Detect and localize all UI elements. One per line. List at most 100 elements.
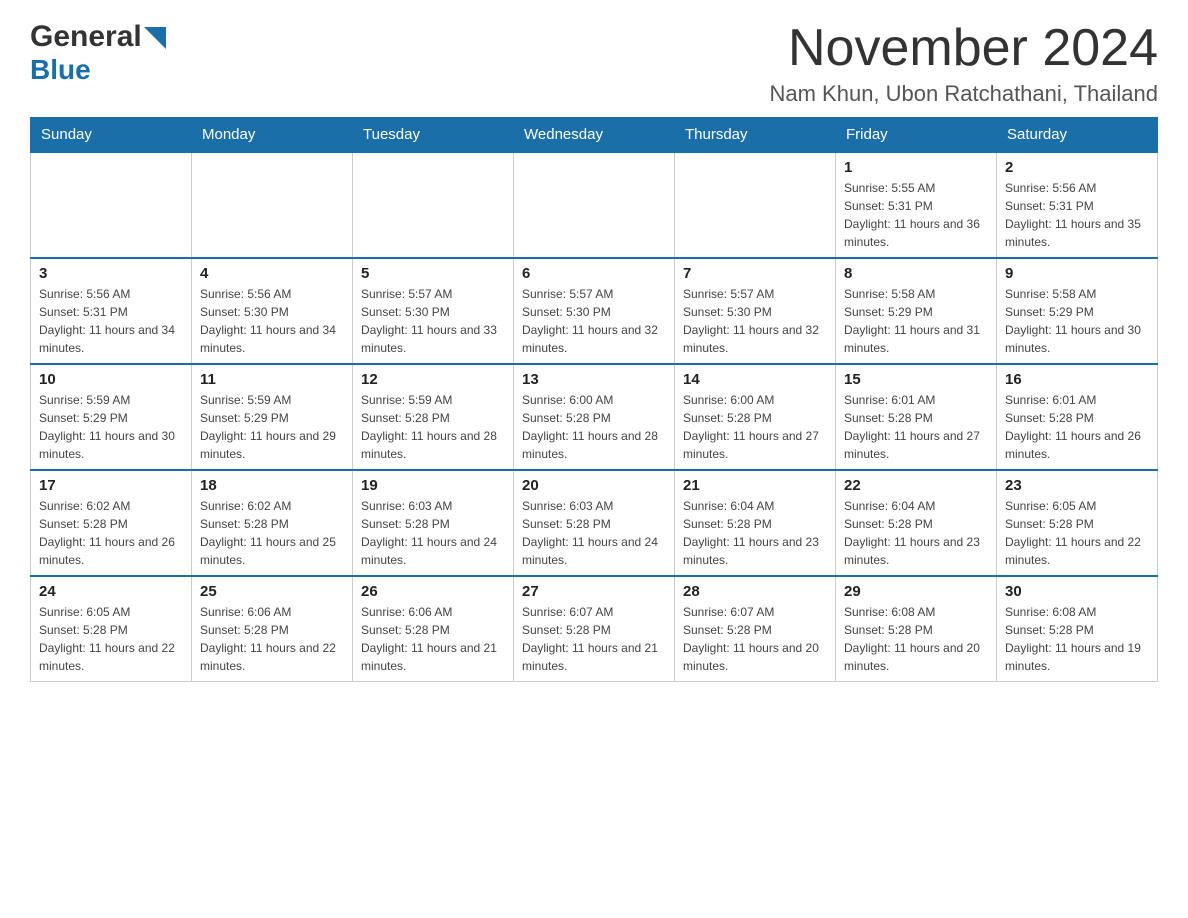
calendar-cell-w4-d2: 18Sunrise: 6:02 AMSunset: 5:28 PMDayligh… [192,470,353,576]
day-number-26: 26 [361,583,505,600]
calendar-cell-w5-d7: 30 Sunrise: 6:08 AMSunset: 5:28 PMDayligh… [997,576,1158,682]
logo-general-text: General [30,20,142,54]
day-number-24: 24 [39,583,183,600]
calendar-cell-w1-d3 [353,152,514,258]
calendar-cell-w3-d3: 12 Sunrise: 5:59 AMSunset: 5:28 PMDayligh… [353,364,514,470]
day-number-12: 12 [361,371,505,388]
calendar-week-1: 1 Sunrise: 5:55 AMSunset: 5:31 PMDaylight… [31,152,1158,258]
calendar-table: SundayMondayTuesdayWednesdayThursdayFrid… [30,117,1158,682]
calendar-cell-w2-d3: 5Sunrise: 5:57 AMSunset: 5:30 PMDaylight… [353,258,514,364]
logo-triangle-icon [144,27,166,49]
calendar-cell-w4-d5: 21 Sunrise: 6:04 AMSunset: 5:28 PMDayligh… [675,470,836,576]
calendar-cell-w5-d3: 26 Sunrise: 6:06 AMSunset: 5:28 PMDayligh… [353,576,514,682]
day-info-22: Sunrise: 6:04 AMSunset: 5:28 PMDaylight:… [844,497,988,569]
header-monday: Monday [192,118,353,153]
day-info-23: Sunrise: 6:05 AMSunset: 5:28 PMDaylight:… [1005,497,1149,569]
calendar-cell-w1-d1 [31,152,192,258]
calendar-cell-w1-d7: 2 Sunrise: 5:56 AMSunset: 5:31 PMDaylight… [997,152,1158,258]
day-info-20: Sunrise: 6:03 AMSunset: 5:28 PMDaylight:… [522,497,666,569]
day-info-29: Sunrise: 6:08 AMSunset: 5:28 PMDaylight:… [844,603,988,675]
day-info-28: Sunrise: 6:07 AMSunset: 5:28 PMDaylight:… [683,603,827,675]
day-number-19: 19 [361,477,505,494]
day-number-3: 3 [39,265,183,282]
calendar-cell-w3-d6: 15Sunrise: 6:01 AMSunset: 5:28 PMDayligh… [836,364,997,470]
day-info-3: Sunrise: 5:56 AMSunset: 5:31 PMDaylight:… [39,285,183,357]
day-info-6: Sunrise: 5:57 AMSunset: 5:30 PMDaylight:… [522,285,666,357]
day-info-13: Sunrise: 6:00 AMSunset: 5:28 PMDaylight:… [522,391,666,463]
day-info-24: Sunrise: 6:05 AMSunset: 5:28 PMDaylight:… [39,603,183,675]
day-info-10: Sunrise: 5:59 AMSunset: 5:29 PMDaylight:… [39,391,183,463]
day-info-18: Sunrise: 6:02 AMSunset: 5:28 PMDaylight:… [200,497,344,569]
calendar-cell-w2-d6: 8 Sunrise: 5:58 AMSunset: 5:29 PMDaylight… [836,258,997,364]
day-number-2: 2 [1005,159,1149,176]
day-number-6: 6 [522,265,666,282]
calendar-cell-w3-d7: 16 Sunrise: 6:01 AMSunset: 5:28 PMDayligh… [997,364,1158,470]
day-number-8: 8 [844,265,988,282]
page-title: November 2024 [769,20,1158,77]
day-info-30: Sunrise: 6:08 AMSunset: 5:28 PMDaylight:… [1005,603,1149,675]
day-number-13: 13 [522,371,666,388]
calendar-cell-w5-d2: 25Sunrise: 6:06 AMSunset: 5:28 PMDayligh… [192,576,353,682]
calendar-cell-w5-d4: 27 Sunrise: 6:07 AMSunset: 5:28 PMDayligh… [514,576,675,682]
calendar-cell-w3-d4: 13 Sunrise: 6:00 AMSunset: 5:28 PMDayligh… [514,364,675,470]
day-info-12: Sunrise: 5:59 AMSunset: 5:28 PMDaylight:… [361,391,505,463]
day-info-16: Sunrise: 6:01 AMSunset: 5:28 PMDaylight:… [1005,391,1149,463]
header-sunday: Sunday [31,118,192,153]
calendar-cell-w1-d5 [675,152,836,258]
day-number-21: 21 [683,477,827,494]
logo: General Blue [30,20,166,86]
day-info-27: Sunrise: 6:07 AMSunset: 5:28 PMDaylight:… [522,603,666,675]
day-number-10: 10 [39,371,183,388]
day-info-9: Sunrise: 5:58 AMSunset: 5:29 PMDaylight:… [1005,285,1149,357]
day-number-7: 7 [683,265,827,282]
day-info-11: Sunrise: 5:59 AMSunset: 5:29 PMDaylight:… [200,391,344,463]
calendar-cell-w4-d6: 22 Sunrise: 6:04 AMSunset: 5:28 PMDayligh… [836,470,997,576]
day-number-11: 11 [200,371,344,388]
day-info-17: Sunrise: 6:02 AMSunset: 5:28 PMDaylight:… [39,497,183,569]
calendar-cell-w5-d1: 24 Sunrise: 6:05 AMSunset: 5:28 PMDayligh… [31,576,192,682]
calendar-cell-w3-d2: 11 Sunrise: 5:59 AMSunset: 5:29 PMDayligh… [192,364,353,470]
calendar-cell-w4-d3: 19Sunrise: 6:03 AMSunset: 5:28 PMDayligh… [353,470,514,576]
calendar-cell-w1-d4 [514,152,675,258]
title-area: November 2024 Nam Khun, Ubon Ratchathani… [769,20,1158,107]
day-info-26: Sunrise: 6:06 AMSunset: 5:28 PMDaylight:… [361,603,505,675]
calendar-cell-w5-d5: 28 Sunrise: 6:07 AMSunset: 5:28 PMDayligh… [675,576,836,682]
logo-blue-text: Blue [30,54,91,85]
day-info-2: Sunrise: 5:56 AMSunset: 5:31 PMDaylight:… [1005,179,1149,251]
day-number-17: 17 [39,477,183,494]
day-number-30: 30 [1005,583,1149,600]
calendar-cell-w2-d2: 4 Sunrise: 5:56 AMSunset: 5:30 PMDaylight… [192,258,353,364]
day-info-14: Sunrise: 6:00 AMSunset: 5:28 PMDaylight:… [683,391,827,463]
header: General Blue November 2024 Nam Khun, Ubo… [30,20,1158,107]
day-info-1: Sunrise: 5:55 AMSunset: 5:31 PMDaylight:… [844,179,988,251]
calendar-cell-w2-d5: 7 Sunrise: 5:57 AMSunset: 5:30 PMDaylight… [675,258,836,364]
day-number-16: 16 [1005,371,1149,388]
calendar-cell-w1-d6: 1 Sunrise: 5:55 AMSunset: 5:31 PMDaylight… [836,152,997,258]
day-number-27: 27 [522,583,666,600]
calendar-header-row: SundayMondayTuesdayWednesdayThursdayFrid… [31,118,1158,153]
day-info-25: Sunrise: 6:06 AMSunset: 5:28 PMDaylight:… [200,603,344,675]
calendar-cell-w2-d4: 6 Sunrise: 5:57 AMSunset: 5:30 PMDaylight… [514,258,675,364]
day-number-20: 20 [522,477,666,494]
day-info-21: Sunrise: 6:04 AMSunset: 5:28 PMDaylight:… [683,497,827,569]
day-number-14: 14 [683,371,827,388]
day-info-4: Sunrise: 5:56 AMSunset: 5:30 PMDaylight:… [200,285,344,357]
day-info-7: Sunrise: 5:57 AMSunset: 5:30 PMDaylight:… [683,285,827,357]
day-number-4: 4 [200,265,344,282]
header-saturday: Saturday [997,118,1158,153]
header-thursday: Thursday [675,118,836,153]
day-number-9: 9 [1005,265,1149,282]
header-friday: Friday [836,118,997,153]
day-number-22: 22 [844,477,988,494]
calendar-cell-w1-d2 [192,152,353,258]
header-tuesday: Tuesday [353,118,514,153]
calendar-week-2: 3 Sunrise: 5:56 AMSunset: 5:31 PMDaylight… [31,258,1158,364]
header-wednesday: Wednesday [514,118,675,153]
calendar-cell-w4-d7: 23Sunrise: 6:05 AMSunset: 5:28 PMDayligh… [997,470,1158,576]
day-info-8: Sunrise: 5:58 AMSunset: 5:29 PMDaylight:… [844,285,988,357]
day-number-1: 1 [844,159,988,176]
calendar-cell-w4-d1: 17 Sunrise: 6:02 AMSunset: 5:28 PMDayligh… [31,470,192,576]
day-number-28: 28 [683,583,827,600]
calendar-week-4: 17 Sunrise: 6:02 AMSunset: 5:28 PMDayligh… [31,470,1158,576]
calendar-cell-w3-d5: 14 Sunrise: 6:00 AMSunset: 5:28 PMDayligh… [675,364,836,470]
